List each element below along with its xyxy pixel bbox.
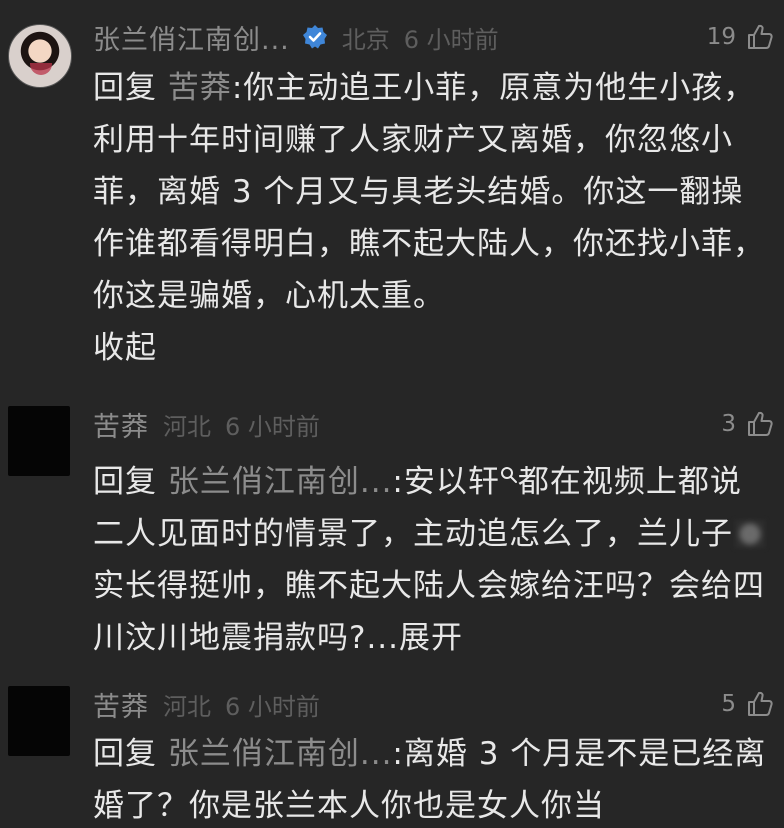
thumbs-up-icon — [746, 410, 774, 438]
collapse-link[interactable]: 收起 — [93, 330, 157, 366]
like-button[interactable]: 5 — [721, 684, 774, 724]
comment-meta: 苦莽 河北 6 小时前 — [93, 404, 320, 444]
thumbs-up-icon — [746, 690, 774, 718]
comment-text: 回复 张兰俏江南创...:离婚 3 个月是不是已经离婚了？你是张兰本人你也是女人… — [93, 728, 769, 828]
reply-target[interactable]: 张兰俏江南创... — [168, 736, 393, 772]
comment-meta: 张兰俏江南创... 北京 6 小时前 — [93, 17, 499, 57]
location: 北京 — [341, 25, 390, 54]
comment-meta: 苦莽 河北 6 小时前 — [93, 684, 320, 724]
username[interactable]: 苦莽 — [93, 405, 149, 444]
thumbs-up-icon — [746, 23, 774, 51]
expand-link[interactable]: 展开 — [399, 620, 463, 656]
blurred-text — [735, 520, 765, 548]
reply-target[interactable]: 苦莽 — [168, 70, 232, 106]
username[interactable]: 张兰俏江南创... — [93, 18, 290, 57]
reply-prefix: 回复 — [93, 464, 157, 500]
like-button[interactable]: 19 — [707, 17, 774, 57]
reply-prefix: 回复 — [93, 736, 157, 772]
like-button[interactable]: 3 — [721, 404, 774, 444]
comment-text: 回复 张兰俏江南创...:安以轩 都在视频上都说二人见面时的情景了，主动追怎么了，… — [93, 448, 769, 664]
timestamp: 6 小时前 — [403, 25, 499, 54]
comment-content: :安以轩 — [392, 464, 500, 500]
comment-content: :你主动追王小菲，原意为他生小孩，利用十年时间赚了人家财产又离婚，你忽悠小菲，离… — [93, 70, 765, 314]
search-icon[interactable] — [500, 448, 518, 483]
timestamp: 6 小时前 — [225, 412, 320, 441]
like-count: 19 — [706, 24, 736, 50]
avatar[interactable] — [8, 406, 70, 476]
verified-badge-icon — [302, 24, 328, 50]
avatar[interactable] — [8, 686, 70, 756]
timestamp: 6 小时前 — [225, 692, 320, 721]
like-count: 3 — [721, 411, 736, 437]
comment-text: 回复 苦莽:你主动追王小菲，原意为他生小孩，利用十年时间赚了人家财产又离婚，你忽… — [93, 62, 769, 374]
location: 河北 — [163, 412, 211, 441]
reply-prefix: 回复 — [93, 70, 157, 106]
reply-target[interactable]: 张兰俏江南创... — [168, 464, 393, 500]
username[interactable]: 苦莽 — [93, 685, 149, 724]
avatar[interactable] — [8, 24, 72, 88]
like-count: 5 — [721, 691, 736, 717]
location: 河北 — [163, 692, 211, 721]
